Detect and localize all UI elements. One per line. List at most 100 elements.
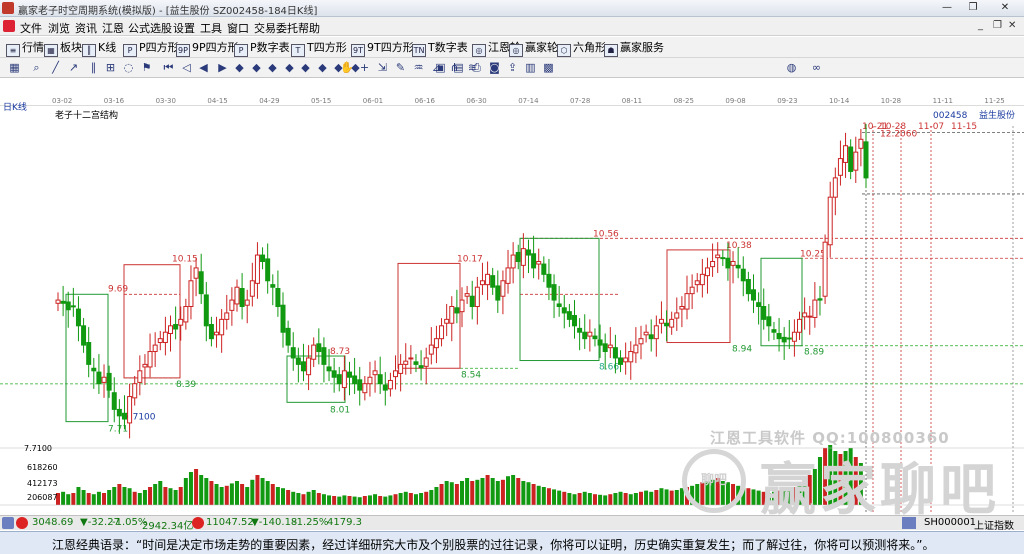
channel-icon[interactable]: ∥	[87, 61, 100, 74]
first-bar-icon[interactable]: ⏮	[162, 61, 175, 74]
diamond-icon-4[interactable]: ◆	[283, 61, 296, 74]
volume-bar	[413, 494, 418, 505]
print-icon[interactable]: ⎙	[470, 61, 483, 74]
calendar-icon[interactable]: ▣	[434, 61, 447, 74]
toolbar-button-3[interactable]: P P四方形	[123, 39, 179, 57]
diamond-icon-1[interactable]: ◆	[233, 61, 246, 74]
9t-square-icon: 9T	[351, 44, 365, 57]
wave-icon[interactable]: ∞	[810, 61, 823, 74]
mdi-restore-button[interactable]: ❐	[993, 20, 1002, 31]
candle-body	[162, 331, 168, 344]
toolbar-label: P四方形	[139, 41, 179, 54]
mdi-close-button[interactable]: ✕	[1008, 20, 1016, 31]
crosshair-icon[interactable]: +	[358, 61, 371, 74]
diamond-icon-5[interactable]: ◆	[299, 61, 312, 74]
candle-body	[101, 376, 107, 383]
candle-body	[132, 383, 138, 399]
color-icon[interactable]: ◍	[785, 61, 798, 74]
candle-body	[658, 318, 664, 324]
menu-file[interactable]: 文件	[20, 20, 42, 36]
toolbar-button-0[interactable]: ≡ 行情	[6, 39, 44, 57]
menu-browse[interactable]: 浏览	[48, 20, 70, 36]
candle-body	[147, 351, 153, 368]
candle-body	[679, 306, 685, 310]
cycle-icon[interactable]: ◌	[122, 61, 135, 74]
arrow-tool-icon[interactable]: ↗	[67, 61, 80, 74]
toolbar-button-2[interactable]: ║ K线	[82, 39, 116, 57]
flag-icon[interactable]: ⚑	[140, 61, 153, 74]
volume-bar	[281, 488, 286, 505]
toolbar-button-4[interactable]: 9P 9P四方形	[176, 39, 239, 57]
toolbar-button-7[interactable]: 9T 9T四方形	[351, 39, 414, 57]
camera-icon[interactable]: ◙	[488, 61, 501, 74]
menu-window[interactable]: 窗口	[227, 20, 249, 36]
toolbar-button-10[interactable]: ◎ 赢家轮	[509, 39, 558, 57]
candle-body	[791, 331, 797, 342]
candle-body	[75, 308, 81, 327]
index-name[interactable]: 上证指数	[974, 517, 1014, 532]
candle-body	[234, 286, 240, 305]
toolbar-button-6[interactable]: T T四方形	[291, 39, 347, 57]
right-arrow-icon[interactable]: ▶	[216, 61, 229, 74]
price-level-label: 12.2060	[880, 129, 917, 139]
palette-icon[interactable]: ▩	[542, 61, 555, 74]
diamond-icon-2[interactable]: ◆	[250, 61, 263, 74]
cursor-mode-icon[interactable]: ▦	[8, 61, 21, 74]
toolbar-button-1[interactable]: ▦ 板块	[44, 39, 82, 57]
pencil-icon[interactable]: ✎	[394, 61, 407, 74]
menu-settings[interactable]: 设置	[173, 20, 195, 36]
close-button[interactable]: ✕	[994, 1, 1016, 15]
index-code[interactable]: SH000001	[924, 517, 976, 528]
volume-bar	[275, 487, 280, 505]
save-icon[interactable]: ▤	[452, 61, 465, 74]
volume-bar	[608, 494, 613, 505]
candle-body	[142, 363, 148, 368]
period-icon[interactable]: ⊞	[104, 61, 117, 74]
export-icon[interactable]: ⇪	[506, 61, 519, 74]
price-level-label: 8.01	[330, 405, 350, 415]
volume-bar	[86, 493, 91, 505]
zoom-icon[interactable]: ⌕	[30, 61, 43, 74]
candle-body	[418, 365, 424, 369]
volume-bar	[158, 481, 163, 505]
measure-icon[interactable]: ⇲	[376, 61, 389, 74]
menu-trade[interactable]: 交易委托	[254, 20, 298, 36]
line-tool-icon[interactable]: ╱	[49, 61, 62, 74]
sh-index-icon[interactable]	[2, 517, 14, 529]
candle-body	[618, 357, 624, 365]
volume-bar	[337, 496, 342, 505]
prev-bar-icon[interactable]: ◁	[180, 61, 193, 74]
toolbar-button-8[interactable]: TN T数字表	[412, 39, 468, 57]
candle-body	[265, 258, 271, 282]
hand-icon[interactable]: ✋	[340, 61, 354, 74]
candle-body	[398, 363, 404, 374]
paint-icon[interactable]: ♒	[412, 61, 425, 74]
candle-body	[827, 196, 833, 246]
candle-body	[346, 371, 352, 378]
volume-bar	[347, 496, 352, 505]
candle-body	[178, 318, 184, 326]
toolbar-button-5[interactable]: P P数字表	[234, 39, 290, 57]
diamond-icon-6[interactable]: ◆	[316, 61, 329, 74]
volume-bar	[603, 495, 608, 505]
bar-chart-icon[interactable]: ▥	[524, 61, 537, 74]
maximize-button[interactable]: ❐	[962, 1, 984, 15]
minimize-button[interactable]: —	[936, 1, 958, 15]
candle-body	[541, 263, 547, 275]
volume-bar	[388, 495, 393, 505]
service-icon: ☗	[604, 44, 618, 57]
left-arrow-icon[interactable]: ◀	[197, 61, 210, 74]
toolbar-button-11[interactable]: ⬡ 六角形	[557, 39, 606, 57]
menu-gann[interactable]: 江恩	[102, 20, 124, 36]
candle-body	[152, 344, 158, 353]
menu-news[interactable]: 资讯	[75, 20, 97, 36]
mdi-minimize-button[interactable]: _	[978, 20, 983, 31]
menu-help[interactable]: 帮助	[298, 20, 320, 36]
toolbar-button-12[interactable]: ☗ 赢家服务	[604, 39, 664, 57]
app-icon	[2, 2, 14, 14]
menu-formula[interactable]: 公式选股	[128, 20, 172, 36]
menu-tools[interactable]: 工具	[200, 20, 222, 36]
volume-bar	[137, 493, 142, 505]
volume-bar	[659, 488, 664, 505]
diamond-icon-3[interactable]: ◆	[266, 61, 279, 74]
